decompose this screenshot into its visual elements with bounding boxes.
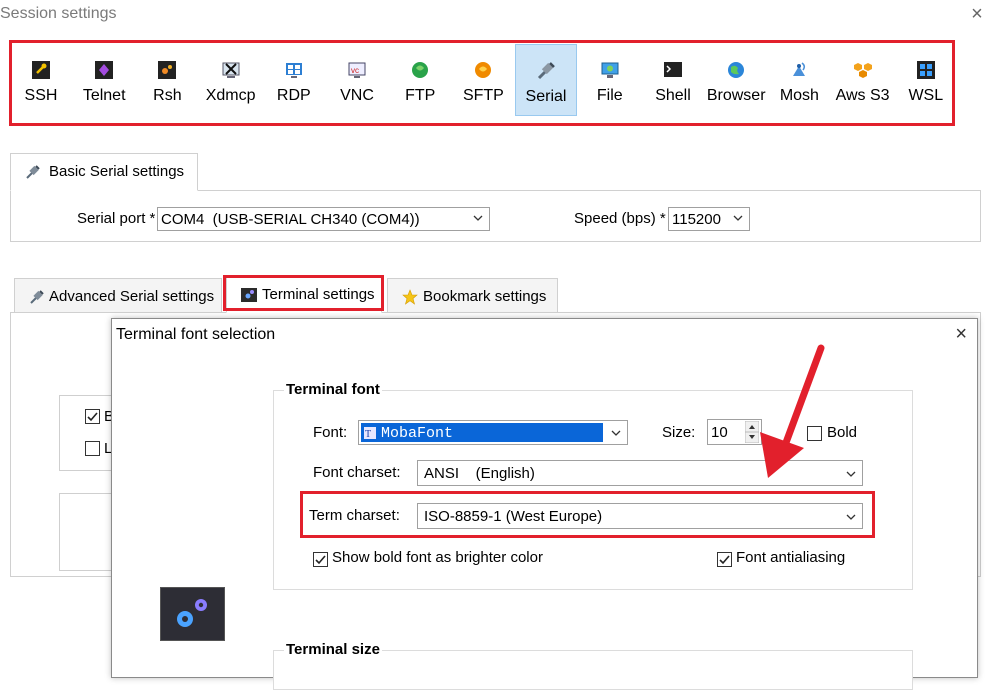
chevron-down-icon — [846, 471, 856, 477]
svg-text:T: T — [365, 429, 371, 439]
tab-basic-serial-settings[interactable]: Basic Serial settings — [10, 153, 198, 191]
chevron-down-icon — [846, 514, 856, 520]
speed-select[interactable]: 115200 — [668, 207, 750, 231]
protocol-rdp-button[interactable]: RDP — [263, 44, 325, 116]
protocol-label: Mosh — [779, 87, 819, 104]
bold-bright-label: Show bold font as brighter color — [332, 549, 543, 566]
font-charset-label: Font charset: — [313, 464, 401, 481]
protocol-label: SFTP — [462, 87, 504, 104]
terminal-tab-highlight — [223, 275, 384, 311]
serial-port-value: COM4 (USB-SERIAL CH340 (COM4)) — [161, 211, 420, 228]
chevron-down-icon — [733, 215, 743, 221]
protocol-label: FTP — [405, 87, 436, 104]
wsl-icon — [916, 61, 935, 79]
browser-icon — [728, 62, 745, 78]
rdp-icon — [285, 63, 302, 78]
checkmark-icon — [315, 555, 326, 565]
font-charset-value: ANSI (English) — [424, 465, 535, 482]
serial-port-label: Serial port * — [77, 210, 156, 227]
chevron-down-icon — [473, 215, 483, 221]
antialias-label: Font antialiasing — [736, 549, 846, 566]
shell-icon — [664, 62, 682, 77]
serial-port-select[interactable]: COM4 (USB-SERIAL CH340 (COM4)) — [157, 207, 490, 231]
serial-plug-icon — [30, 290, 44, 304]
font-label: Font: — [313, 424, 348, 441]
truetype-font-icon: T — [364, 427, 376, 439]
terminal-size-group-title: Terminal size — [284, 641, 382, 658]
protocol-serial-button[interactable]: Serial — [515, 44, 577, 116]
protocol-aws-s3-button[interactable]: Aws S3 — [832, 44, 894, 116]
font-select[interactable]: T MobaFont — [358, 420, 628, 445]
protocol-wsl-button[interactable]: WSL — [895, 44, 957, 116]
protocol-rsh-button[interactable]: Rsh — [136, 44, 198, 116]
protocol-label: File — [596, 87, 623, 104]
font-value: MobaFont — [381, 425, 454, 442]
serial-plug-icon — [26, 165, 40, 179]
behind-checkbox-1[interactable] — [85, 409, 100, 424]
annotation-arrow — [760, 344, 825, 478]
window-close-button[interactable]: × — [966, 3, 988, 25]
protocol-label: Browser — [706, 87, 766, 104]
tab-basic-serial-label: Basic Serial settings — [49, 163, 185, 180]
term-charset-select[interactable]: ISO-8859-1 (West Europe) — [417, 503, 863, 529]
rsh-icon — [158, 61, 177, 79]
chevron-down-icon — [611, 430, 621, 436]
checkmark-icon — [719, 555, 730, 565]
protocol-label: VNC — [340, 87, 374, 104]
protocol-label: Rsh — [153, 87, 182, 104]
protocol-label: Xdmcp — [205, 87, 256, 104]
dialog-title: Terminal font selection — [116, 326, 276, 343]
protocol-file-button[interactable]: File — [579, 44, 641, 116]
protocol-label: RDP — [276, 87, 311, 104]
behind-checkbox-2[interactable] — [85, 441, 100, 456]
speed-label: Speed (bps) * — [574, 210, 666, 227]
term-charset-value: ISO-8859-1 (West Europe) — [424, 508, 603, 525]
protocol-ssh-button[interactable]: SSH — [10, 44, 72, 116]
size-label: Size: — [662, 424, 696, 441]
star-icon — [402, 289, 418, 305]
protocol-mosh-button[interactable]: Mosh — [768, 44, 830, 116]
protocol-label: Serial — [525, 88, 567, 105]
key-icon — [32, 61, 50, 79]
protocol-browser-button[interactable]: Browser — [705, 44, 767, 116]
size-value: 10 — [711, 424, 728, 441]
sftp-icon — [475, 62, 492, 78]
protocol-vnc-button[interactable]: vc VNC — [326, 44, 388, 116]
terminal-font-group-title: Terminal font — [284, 381, 382, 398]
bold-label: Bold — [827, 424, 858, 441]
tab-advanced-label: Advanced Serial settings — [49, 288, 215, 305]
telnet-icon — [95, 61, 114, 79]
checkmark-icon — [87, 412, 98, 422]
tab-bookmark-settings[interactable]: Bookmark settings — [387, 278, 558, 313]
protocol-label: Telnet — [82, 87, 126, 104]
ftp-icon — [412, 62, 429, 78]
svg-text:vc: vc — [351, 66, 359, 75]
protocol-xdmcp-button[interactable]: Xdmcp — [200, 44, 262, 116]
protocol-label: Shell — [655, 87, 691, 104]
tab-bookmark-label: Bookmark settings — [423, 288, 547, 305]
protocol-ftp-button[interactable]: FTP — [389, 44, 451, 116]
aws-s3-icon — [853, 63, 872, 78]
protocol-label: WSL — [908, 87, 944, 104]
vnc-icon: vc — [348, 62, 366, 78]
protocol-shell-button[interactable]: Shell — [642, 44, 704, 116]
speed-value: 115200 — [672, 211, 721, 228]
protocol-telnet-button[interactable]: Telnet — [73, 44, 135, 116]
mosh-icon — [793, 62, 806, 76]
bold-bright-checkbox[interactable] — [313, 552, 328, 567]
window-title: Session settings — [0, 5, 117, 22]
file-icon — [601, 62, 619, 78]
protocol-label: Aws S3 — [835, 87, 890, 104]
xdmcp-icon — [222, 62, 240, 78]
antialias-checkbox[interactable] — [717, 552, 732, 567]
tab-advanced-serial-settings[interactable]: Advanced Serial settings — [14, 278, 222, 313]
terminal-settings-icon — [160, 587, 225, 641]
basic-serial-panel: Serial port * COM4 (USB-SERIAL CH340 (CO… — [10, 190, 981, 242]
terminal-font-dialog: Terminal font selection × Terminal font … — [111, 318, 978, 690]
term-charset-label: Term charset: — [309, 507, 400, 524]
dialog-close-button[interactable]: × — [955, 323, 967, 346]
protocol-sftp-button[interactable]: SFTP — [452, 44, 514, 116]
protocol-label: SSH — [24, 87, 58, 104]
serial-plug-icon — [537, 62, 555, 80]
